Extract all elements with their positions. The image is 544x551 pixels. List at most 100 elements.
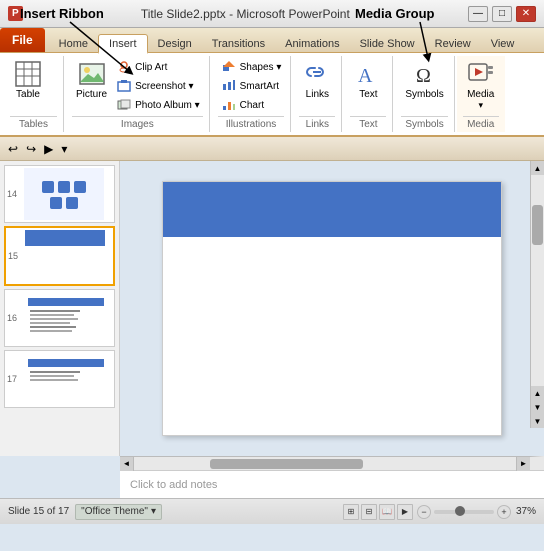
- text-button[interactable]: A Text: [350, 58, 386, 102]
- clip-art-icon: [116, 59, 132, 75]
- tab-design[interactable]: Design: [148, 35, 202, 52]
- screenshot-icon: [116, 78, 132, 94]
- zoom-slider[interactable]: [434, 510, 494, 514]
- shapes-button[interactable]: Shapes ▾: [218, 58, 285, 76]
- zoom-area: − + 37%: [417, 505, 536, 519]
- ribbon-group-illustrations: Shapes ▾ SmartArt Chart: [212, 56, 292, 132]
- theme-dropdown-icon: ▾: [151, 506, 156, 517]
- scroll-down-button[interactable]: ▼: [531, 414, 544, 428]
- toolbar-dropdown[interactable]: ▾: [59, 141, 69, 157]
- shapes-label: Shapes ▾: [240, 62, 282, 73]
- slide-count: Slide 15 of 17: [8, 506, 69, 517]
- symbols-icon: Ω: [411, 60, 439, 88]
- title-bar-title: Title Slide2.pptx - Microsoft PowerPoint: [23, 7, 468, 21]
- slide-thumb-14[interactable]: 14: [4, 165, 115, 223]
- undo-button[interactable]: ↩: [6, 141, 20, 157]
- slide-panel: 14 15: [0, 161, 120, 456]
- media-button[interactable]: Media ▾: [463, 58, 499, 113]
- scroll-left-button[interactable]: ◄: [120, 457, 134, 471]
- slideshow-view-button[interactable]: ▶: [397, 504, 413, 520]
- zoom-in-button[interactable]: +: [497, 505, 511, 519]
- picture-label: Picture: [76, 89, 107, 100]
- svg-text:Ω: Ω: [416, 65, 431, 87]
- chart-button[interactable]: Chart: [218, 96, 285, 114]
- maximize-button[interactable]: □: [492, 6, 512, 22]
- links-button[interactable]: Links: [299, 58, 335, 102]
- reading-view-button[interactable]: 📖: [379, 504, 395, 520]
- slide-15-number: 15: [8, 251, 22, 261]
- svg-text:A: A: [358, 65, 373, 87]
- tab-transitions[interactable]: Transitions: [202, 35, 275, 52]
- photo-album-button[interactable]: Photo Album ▾: [113, 96, 203, 114]
- tab-home[interactable]: Home: [49, 35, 98, 52]
- clip-art-button[interactable]: Clip Art: [113, 58, 203, 76]
- notes-bar[interactable]: Click to add notes: [120, 470, 544, 498]
- scroll-right-button[interactable]: ►: [516, 457, 530, 471]
- photo-album-label: Photo Album ▾: [135, 100, 200, 111]
- theme-name: "Office Theme": [81, 506, 148, 517]
- minimize-button[interactable]: —: [468, 6, 488, 22]
- file-tab[interactable]: File: [0, 28, 45, 52]
- app-logo: P: [8, 6, 23, 21]
- ribbon-group-symbols: Ω Symbols Symbols: [395, 56, 454, 132]
- scroll-thumb-vertical[interactable]: [532, 205, 543, 245]
- slide-thumb-16[interactable]: 16: [4, 289, 115, 347]
- tab-animations[interactable]: Animations: [275, 35, 349, 52]
- tables-group-label: Tables: [10, 116, 57, 130]
- slide-17-number: 17: [7, 374, 21, 384]
- text-label: Text: [359, 89, 377, 100]
- zoom-thumb[interactable]: [455, 506, 465, 516]
- media-label: Media: [467, 89, 494, 100]
- slide-area: ▲ ▲ ▼ ▼: [120, 161, 544, 456]
- picture-button[interactable]: Picture: [72, 58, 111, 102]
- media-group-label: Media: [463, 116, 499, 130]
- smartart-label: SmartArt: [240, 81, 279, 92]
- ribbon-content: Table Tables Picture: [0, 53, 544, 137]
- media-icon: [467, 60, 495, 88]
- smartart-icon: [221, 78, 237, 94]
- theme-button[interactable]: "Office Theme" ▾: [75, 504, 162, 520]
- illustrations-small-group: Shapes ▾ SmartArt Chart: [218, 58, 285, 114]
- scroll-track-horizontal: [134, 457, 516, 470]
- slide-thumb-15[interactable]: 15: [4, 226, 115, 286]
- text-group-label: Text: [350, 116, 386, 130]
- smartart-button[interactable]: SmartArt: [218, 77, 285, 95]
- table-icon: [14, 60, 42, 88]
- slide-16-number: 16: [7, 313, 21, 323]
- images-small-group: Clip Art Screenshot ▾ Photo Album ▾: [113, 58, 203, 114]
- tab-review[interactable]: Review: [425, 35, 481, 52]
- tab-view[interactable]: View: [481, 35, 525, 52]
- links-icon: [303, 60, 331, 88]
- slide-thumb-17[interactable]: 17: [4, 350, 115, 408]
- status-left: Slide 15 of 17 "Office Theme" ▾: [8, 504, 162, 520]
- scroll-thumb-horizontal[interactable]: [210, 459, 363, 469]
- scroll-up-button[interactable]: ▲: [531, 161, 544, 175]
- scroll-prev-slide-button[interactable]: ▲: [531, 386, 544, 400]
- zoom-out-button[interactable]: −: [417, 505, 431, 519]
- notes-placeholder: Click to add notes: [130, 479, 217, 491]
- status-bar: Slide 15 of 17 "Office Theme" ▾ ⊞ ⊟ 📖 ▶ …: [0, 498, 544, 524]
- view-buttons: ⊞ ⊟ 📖 ▶: [343, 504, 413, 520]
- scroll-next-slide-button[interactable]: ▼: [531, 400, 544, 414]
- ribbon-group-media: Media ▾ Media: [457, 56, 505, 132]
- close-button[interactable]: ✕: [516, 6, 536, 22]
- photo-album-icon: [116, 97, 132, 113]
- start-presentation-button[interactable]: ▶: [42, 141, 55, 157]
- slide-sorter-button[interactable]: ⊟: [361, 504, 377, 520]
- title-bar: P Title Slide2.pptx - Microsoft PowerPoi…: [0, 0, 544, 28]
- picture-icon: [78, 60, 106, 88]
- screenshot-button[interactable]: Screenshot ▾: [113, 77, 203, 95]
- slide-canvas: [162, 181, 502, 436]
- normal-view-button[interactable]: ⊞: [343, 504, 359, 520]
- illustrations-group-label: Illustrations: [218, 116, 285, 130]
- tab-slideshow[interactable]: Slide Show: [350, 35, 425, 52]
- tab-insert[interactable]: Insert: [98, 34, 148, 54]
- symbols-button[interactable]: Ω Symbols: [401, 58, 447, 102]
- table-button[interactable]: Table: [10, 58, 46, 102]
- quick-access-toolbar: ↩ ↪ ▶ ▾: [0, 137, 544, 161]
- horizontal-scrollbar: ◄ ►: [120, 456, 544, 470]
- redo-button[interactable]: ↪: [24, 141, 38, 157]
- ribbon-group-tables: Table Tables: [4, 56, 64, 132]
- ribbon-group-text: A Text Text: [344, 56, 393, 132]
- images-group-label: Images: [72, 116, 203, 130]
